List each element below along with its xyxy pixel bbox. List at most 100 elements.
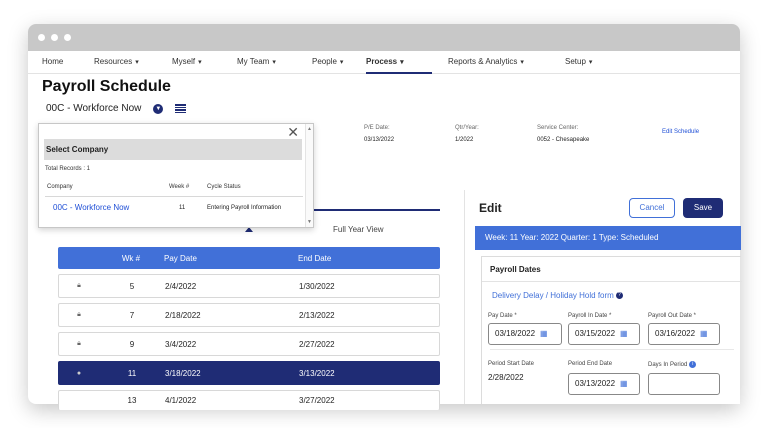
cancel-button[interactable]: Cancel — [629, 198, 675, 218]
lock-icon: 🔒︎ — [77, 282, 81, 289]
popup-col-week: Week # — [169, 184, 190, 190]
lock-icon: 🔒︎ — [77, 311, 81, 318]
table-row[interactable]: 13 4/1/2022 3/27/2022 — [58, 390, 440, 410]
payroll-in-field[interactable]: 03/15/2022 ▦ — [568, 323, 640, 345]
row-end-date: 1/30/2022 — [299, 281, 335, 291]
calendar-icon[interactable]: ▦ — [620, 324, 628, 344]
chevron-down-icon: ▾ — [520, 59, 524, 66]
company-selector[interactable]: 00C - Workforce Now ▼ — [46, 103, 187, 114]
lock-icon: 🔒︎ — [77, 340, 81, 347]
scroll-down-icon[interactable]: ▼ — [307, 219, 312, 225]
period-start-value: 2/28/2022 — [488, 373, 524, 382]
row-wk: 9 — [129, 339, 135, 349]
pe-date-info: P/E Date: 03/13/2022 — [364, 125, 394, 143]
row-pay-date: 3/18/2022 — [165, 368, 201, 378]
qtr-year-info: Qtr/Year: 1/2022 — [455, 125, 479, 143]
table-row[interactable]: 🔒︎ 5 2/4/2022 1/30/2022 — [58, 274, 440, 298]
pe-date-label: P/E Date: — [364, 125, 390, 131]
scroll-up-icon[interactable]: ▲ — [307, 126, 312, 132]
popup-total-records: Total Records : 1 — [45, 166, 91, 172]
nav-process-label: Process — [366, 57, 398, 66]
period-end-field[interactable]: 03/13/2022 ▦ — [568, 373, 640, 395]
row-pay-date: 3/4/2022 — [165, 339, 197, 349]
pay-date-value: 03/18/2022 — [495, 329, 536, 338]
edit-panel: Edit Cancel Save Week: 11 Year: 2022 Qua… — [464, 190, 742, 404]
popup-scrollbar[interactable]: ▲ ▼ — [305, 124, 313, 227]
header-wk: Wk # — [121, 253, 141, 263]
popup-col-company: Company — [47, 184, 73, 190]
payroll-out-value: 03/16/2022 — [655, 329, 696, 338]
popup-company-link[interactable]: 00C - Workforce Now — [53, 203, 129, 212]
nav-process[interactable]: Process ▾ — [366, 51, 432, 74]
period-end-value: 03/13/2022 — [575, 379, 616, 388]
chevron-down-icon: ▾ — [198, 59, 202, 66]
popup-row-status: Entering Payroll Information — [207, 205, 282, 211]
section-divider — [482, 281, 742, 282]
calendar-icon[interactable]: ▦ — [620, 374, 628, 394]
payroll-out-field[interactable]: 03/16/2022 ▦ — [648, 323, 720, 345]
page-title: Payroll Schedule — [42, 78, 171, 95]
table-row[interactable]: 🔒︎ 7 2/18/2022 2/13/2022 — [58, 303, 440, 327]
window-minimize-dot[interactable] — [51, 34, 58, 41]
calendar-icon[interactable]: ▦ — [540, 324, 548, 344]
chevron-down-icon[interactable]: ▼ — [153, 103, 164, 114]
tab-full-year-view[interactable]: Full Year View — [333, 225, 384, 234]
nav-resources[interactable]: Resources ▾ — [94, 51, 139, 74]
nav-reports-label: Reports & Analytics — [448, 57, 518, 66]
nav-home[interactable]: Home — [42, 51, 63, 74]
nav-people-label: People — [312, 57, 337, 66]
qtr-year-label: Qtr/Year: — [455, 125, 479, 131]
edit-info-banner: Week: 11 Year: 2022 Quarter: 1 Type: Sch… — [475, 226, 741, 250]
row-end-date: 3/27/2022 — [299, 396, 335, 405]
nav-my-team[interactable]: My Team ▾ — [237, 51, 276, 74]
chevron-down-icon: ▾ — [135, 59, 139, 66]
select-company-popup: ✕ ▲ ▼ Select Company Total Records : 1 C… — [38, 123, 314, 228]
popup-row-week: 11 — [179, 205, 186, 211]
row-end-date: 2/13/2022 — [299, 310, 335, 320]
row-wk: 13 — [127, 396, 137, 405]
nav-my-team-label: My Team — [237, 57, 270, 66]
table-row[interactable]: 🔒︎ 9 3/4/2022 2/27/2022 — [58, 332, 440, 356]
popup-col-status: Cycle Status — [207, 184, 241, 190]
nav-setup-label: Setup — [565, 57, 586, 66]
popup-column-headers: Company Week # Cycle Status — [45, 180, 303, 197]
qtr-year-value: 1/2022 — [455, 137, 474, 143]
close-icon[interactable]: ✕ — [287, 125, 299, 139]
edit-schedule-link[interactable]: Edit Schedule — [662, 129, 699, 135]
table-row-selected[interactable]: ● 11 3/18/2022 3/13/2022 — [58, 361, 440, 385]
info-icon[interactable]: i — [689, 361, 697, 368]
chevron-down-icon: ▾ — [400, 59, 404, 66]
payroll-in-value: 03/15/2022 — [575, 329, 616, 338]
pe-date-value: 03/13/2022 — [364, 137, 395, 143]
nav-reports[interactable]: Reports & Analytics ▾ — [448, 51, 524, 74]
row-end-date: 3/13/2022 — [299, 368, 335, 378]
calendar-icon[interactable]: ▦ — [700, 324, 708, 344]
popup-title: Select Company — [44, 139, 302, 160]
header-end-date: End Date — [298, 253, 332, 263]
status-dot-icon: ● — [76, 369, 82, 377]
save-button[interactable]: Save — [683, 198, 723, 218]
delivery-delay-label: Delivery Delay / Holiday Hold form — [492, 291, 614, 300]
window-close-dot[interactable] — [38, 34, 45, 41]
window-zoom-dot[interactable] — [64, 34, 71, 41]
nav-setup[interactable]: Setup ▾ — [565, 51, 592, 74]
payroll-in-label: Payroll In Date * — [568, 313, 612, 319]
nav-people[interactable]: People ▾ — [312, 51, 343, 74]
row-wk: 5 — [129, 281, 135, 291]
company-name: 00C - Workforce Now — [46, 103, 142, 114]
list-icon[interactable] — [175, 103, 187, 114]
nav-myself-label: Myself — [172, 57, 196, 66]
row-pay-date: 2/4/2022 — [165, 281, 197, 291]
delivery-delay-link[interactable]: Delivery Delay / Holiday Hold form? — [492, 291, 623, 300]
period-start-label: Period Start Date — [488, 361, 535, 367]
popup-company-row[interactable]: 00C - Workforce Now 11 Entering Payroll … — [45, 201, 303, 218]
schedule-table: Wk # Pay Date End Date 🔒︎ 5 2/4/2022 1/3… — [58, 247, 440, 410]
service-center-label: Service Center: — [537, 125, 579, 131]
service-center-value: 0052 - Chesapeake — [537, 137, 590, 143]
nav-myself[interactable]: Myself ▾ — [172, 51, 202, 74]
chevron-down-icon: ▾ — [339, 59, 344, 66]
help-icon[interactable]: ? — [615, 292, 623, 300]
pay-date-field[interactable]: 03/18/2022 ▦ — [488, 323, 562, 345]
days-in-period-field[interactable] — [648, 373, 720, 395]
period-end-label: Period End Date — [568, 361, 613, 367]
